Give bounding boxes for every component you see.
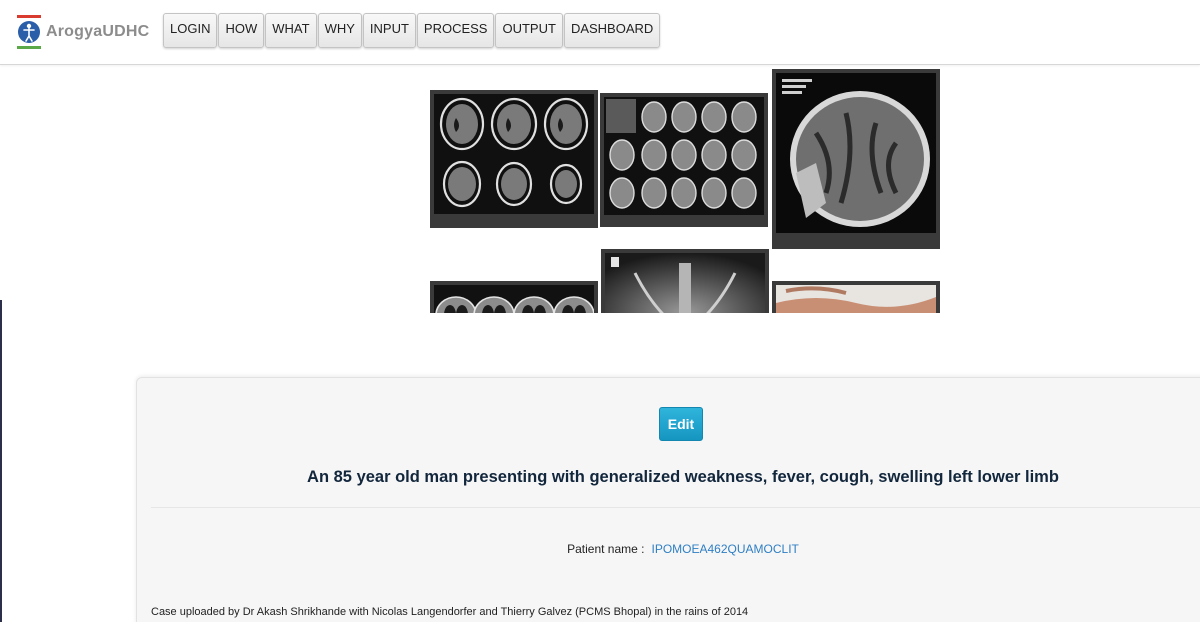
patient-leg-photo-thumbnail[interactable] xyxy=(772,281,940,313)
brand-name: ArogyaUDHC xyxy=(46,23,150,40)
nav-what-button[interactable]: WHAT xyxy=(265,13,317,48)
brand-home-link[interactable]: ArogyaUDHC xyxy=(17,15,149,49)
case-details-card: Edit An 85 year old man presenting with … xyxy=(136,377,1200,622)
ct-brain-small-series-thumbnail[interactable] xyxy=(600,93,768,227)
ct-brain-axial-image xyxy=(434,94,594,214)
ct-chest-lung-series-thumbnail[interactable] xyxy=(430,281,598,313)
nav-output-button[interactable]: OUTPUT xyxy=(495,13,563,48)
case-title: An 85 year old man presenting with gener… xyxy=(307,468,1059,486)
medical-figure-logo-icon xyxy=(17,15,41,49)
nav-process-button[interactable]: PROCESS xyxy=(416,13,495,48)
divider xyxy=(151,507,1200,508)
ct-brain-single-slice-image xyxy=(776,73,936,233)
nav-login-button[interactable]: LOGIN xyxy=(163,13,218,48)
patient-name-row: Patient name : IPOMOEA462QUAMOCLIT xyxy=(137,542,1200,556)
main-nav: LOGIN HOW WHAT WHY INPUT PROCESS OUTPUT … xyxy=(163,13,661,48)
chest-xray-image xyxy=(605,253,765,313)
ct-chest-lung-image xyxy=(434,285,594,313)
left-window-edge xyxy=(0,300,2,622)
nav-why-button[interactable]: WHY xyxy=(317,13,362,48)
patient-leg-photo-image xyxy=(776,285,936,313)
ct-brain-single-slice-thumbnail[interactable] xyxy=(772,69,940,249)
nav-dashboard-button[interactable]: DASHBOARD xyxy=(563,13,661,48)
edit-button[interactable]: Edit xyxy=(659,407,703,441)
chest-xray-thumbnail[interactable] xyxy=(601,249,769,313)
nav-how-button[interactable]: HOW xyxy=(218,13,265,48)
ct-brain-small-series-image xyxy=(604,97,764,215)
patient-name-link[interactable]: IPOMOEA462QUAMOCLIT xyxy=(652,542,799,556)
case-credit-text: Case uploaded by Dr Akash Shrikhande wit… xyxy=(151,606,749,618)
top-navbar: ArogyaUDHC LOGIN HOW WHAT WHY INPUT PROC… xyxy=(0,0,1200,65)
image-gallery xyxy=(420,66,960,313)
patient-name-label: Patient name : xyxy=(567,542,645,556)
ct-brain-axial-series-thumbnail[interactable] xyxy=(430,90,598,228)
nav-input-button[interactable]: INPUT xyxy=(362,13,416,48)
